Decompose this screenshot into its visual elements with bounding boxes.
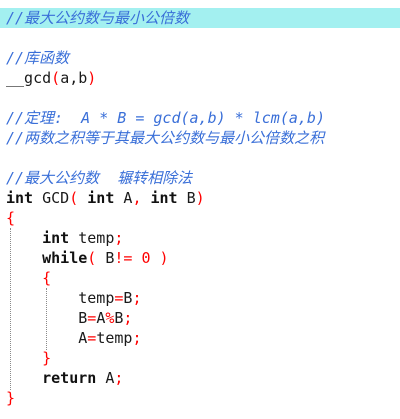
number-zero: 0 [132, 249, 160, 267]
indent-guide [10, 228, 11, 390]
keyword-while: while [42, 249, 88, 267]
brace-open: { [42, 269, 52, 287]
comment-gcd: //最大公约数 辗转相除法 [6, 169, 193, 187]
code-line-19[interactable]: return A; [0, 368, 400, 388]
code-line-9[interactable]: //最大公约数 辗转相除法 [0, 168, 400, 188]
code-line-16[interactable]: B=A%B; [0, 308, 400, 328]
code-line-10[interactable]: int GCD( int A, int B) [0, 188, 400, 208]
param-a: A [114, 189, 133, 207]
semicolon: ; [114, 369, 124, 387]
code-line-12[interactable]: int temp; [0, 228, 400, 248]
paren: ) [195, 189, 205, 207]
keyword-int: int [78, 189, 115, 207]
comment-theorem: //定理: A * B = gcd(a,b) * lcm(a,b) [6, 109, 325, 127]
var-a: A [96, 309, 106, 327]
comment-library: //库函数 [6, 49, 70, 67]
code-line-6[interactable]: //定理: A * B = gcd(a,b) * lcm(a,b) [0, 108, 400, 128]
keyword-int: int [141, 189, 178, 207]
code-line-15[interactable]: temp=B; [0, 288, 400, 308]
brace-open: { [6, 209, 16, 227]
operator-assign: = [87, 329, 97, 347]
var-a: A [96, 369, 115, 387]
paren: ( [69, 189, 79, 207]
comment-theorem-desc: //两数之积等于其最大公约数与最小公倍数之积 [6, 129, 325, 147]
operator-ne: != [114, 249, 133, 267]
paren: ) [87, 69, 97, 87]
var-temp: temp [96, 329, 133, 347]
comment-title: //最大公约数与最小公倍数 [6, 9, 190, 27]
semicolon: ; [132, 289, 142, 307]
keyword-int: int [6, 189, 34, 207]
code-line-18[interactable]: } [0, 348, 400, 368]
code-line-11[interactable]: { [0, 208, 400, 228]
indent-guide [46, 288, 47, 350]
operator-assign: = [87, 309, 97, 327]
semicolon: ; [114, 229, 124, 247]
brace-close: } [42, 349, 52, 367]
code-line-13[interactable]: while( B!= 0 ) [0, 248, 400, 268]
semicolon: ; [132, 329, 142, 347]
paren: ( [87, 249, 97, 267]
code-line-1[interactable]: //最大公约数与最小公倍数 [0, 8, 400, 28]
code-line-7[interactable]: //两数之积等于其最大公约数与最小公倍数之积 [0, 128, 400, 148]
semicolon: ; [123, 309, 133, 327]
code-line-20[interactable]: } [0, 388, 400, 408]
paren: ( [51, 69, 61, 87]
code-line-3[interactable]: //库函数 [0, 48, 400, 68]
keyword-int: int [42, 229, 70, 247]
var-a: A [78, 329, 88, 347]
var-b: B [96, 249, 115, 267]
code-editor[interactable]: //最大公约数与最小公倍数 //库函数 __gcd(a,b) //定理: A *… [0, 0, 400, 419]
paren: ) [159, 249, 169, 267]
var-temp: temp [78, 289, 115, 307]
brace-close: } [6, 389, 16, 407]
function-name: GCD [33, 189, 70, 207]
keyword-return: return [42, 369, 97, 387]
code-line-4[interactable]: __gcd(a,b) [0, 68, 400, 88]
var-b: B [78, 309, 88, 327]
gcd-args: a,b [60, 69, 88, 87]
code-line-17[interactable]: A=temp; [0, 328, 400, 348]
var-temp: temp [69, 229, 115, 247]
code-line-14[interactable]: { [0, 268, 400, 288]
param-b: B [177, 189, 196, 207]
gcd-call: __gcd [6, 69, 52, 87]
